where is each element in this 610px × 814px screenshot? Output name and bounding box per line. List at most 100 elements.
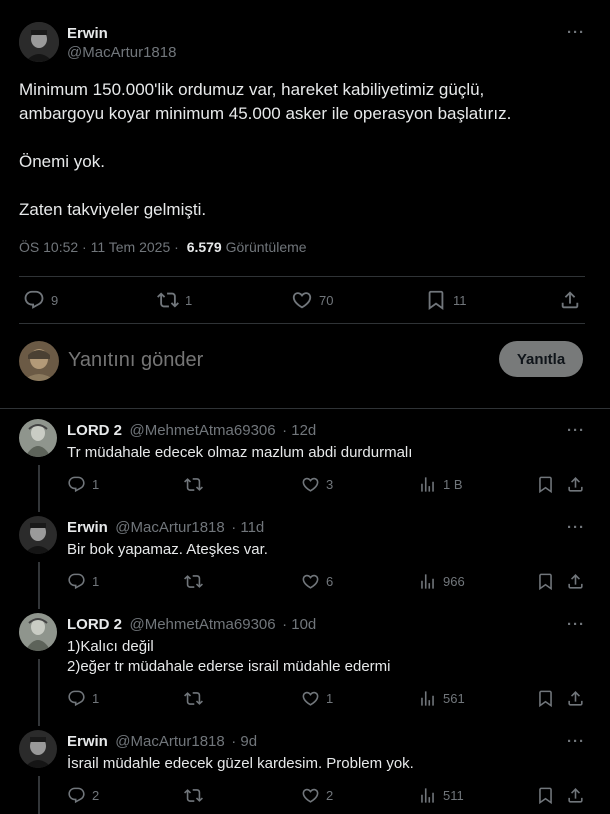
thread-line [38, 776, 40, 814]
tweet-text: Minimum 150.000'lik ordumuz var, hareket… [19, 78, 594, 222]
share-icon [559, 289, 581, 311]
tweet-text-line: Minimum 150.000'lik ordumuz var, hareket… [19, 80, 485, 99]
more-options-icon[interactable]: ··· [567, 422, 585, 439]
repost-action[interactable] [184, 786, 209, 805]
share-action[interactable] [566, 786, 591, 805]
bookmark-action[interactable] [536, 689, 561, 708]
views-icon [418, 786, 437, 805]
reply-avatar[interactable] [19, 419, 57, 457]
reply-time[interactable]: · 12d [282, 422, 316, 439]
reply-time[interactable]: · 9d [231, 733, 257, 750]
divider [19, 323, 585, 324]
reply-header: Erwin @MacArtur1818 · 11d [67, 519, 264, 537]
reply-author-name[interactable]: LORD 2 [67, 616, 122, 633]
views-count: 511 [443, 788, 464, 803]
reply-author-name[interactable]: LORD 2 [67, 422, 122, 439]
tweet-text-line: Zaten takviyeler gelmişti. [19, 200, 207, 219]
share-icon [566, 786, 585, 805]
reply-action[interactable]: 1 [67, 572, 99, 591]
reply-action[interactable]: 9 [23, 289, 58, 311]
more-options-icon[interactable]: ··· [567, 519, 585, 536]
reply-text: Bir bok yapamaz. Ateşkes var. [67, 540, 268, 560]
bookmark-icon [536, 475, 555, 494]
like-action[interactable]: 6 [301, 572, 333, 591]
share-action[interactable] [566, 689, 591, 708]
reply-count: 1 [92, 691, 100, 706]
reply-count: 2 [92, 788, 100, 803]
like-count: 1 [326, 691, 334, 706]
more-options-icon[interactable]: ··· [567, 24, 585, 41]
reply-author-handle[interactable]: @MehmetAtma69306 [129, 422, 275, 439]
bookmark-action[interactable] [536, 475, 561, 494]
reply-text: 1)Kalıcı değil 2)eğer tr müdahale ederse … [67, 637, 391, 677]
repost-count: 1 [185, 292, 193, 308]
views-action[interactable]: 511 [418, 786, 464, 805]
share-icon [566, 689, 585, 708]
reply-author-name[interactable]: Erwin [67, 733, 108, 750]
bookmark-action[interactable]: 11 [425, 289, 467, 311]
author-name[interactable]: Erwin [67, 25, 108, 42]
views-action[interactable]: 1 B [418, 475, 463, 494]
like-icon [301, 475, 320, 494]
views-count: 6.579 [186, 239, 222, 255]
repost-action[interactable] [184, 572, 209, 591]
like-action[interactable]: 3 [301, 475, 333, 494]
reply-input[interactable] [68, 346, 478, 374]
repost-action[interactable] [184, 475, 209, 494]
reply-icon [67, 572, 86, 591]
reply-author-handle[interactable]: @MehmetAtma69306 [129, 616, 275, 633]
share-action[interactable] [559, 289, 587, 311]
reply-icon [67, 689, 86, 708]
reply-avatar[interactable] [19, 613, 57, 651]
reply-text-line: Bir bok yapamaz. Ateşkes var. [67, 541, 268, 558]
tweet-timestamp[interactable]: ÖS 10:52 · 11 Tem 2025 · [19, 239, 179, 255]
reply-button[interactable]: Yanıtla [499, 341, 583, 377]
like-count: 3 [326, 477, 334, 492]
views-icon [418, 689, 437, 708]
views-action[interactable]: 966 [418, 572, 465, 591]
reply-count: 1 [92, 574, 100, 589]
author-handle[interactable]: @MacArtur1818 [67, 44, 176, 61]
reply-action[interactable]: 1 [67, 689, 99, 708]
bookmark-count: 11 [453, 292, 467, 308]
bookmark-action[interactable] [536, 572, 561, 591]
reply-avatar[interactable] [19, 730, 57, 768]
reply-author-name[interactable]: Erwin [67, 519, 108, 536]
reply-author-handle[interactable]: @MacArtur1818 [115, 519, 224, 536]
repost-icon [157, 289, 179, 311]
repost-icon [184, 689, 203, 708]
like-action[interactable]: 2 [301, 786, 333, 805]
views-icon [418, 475, 437, 494]
like-action[interactable]: 70 [291, 289, 333, 311]
share-action[interactable] [566, 475, 591, 494]
reply-time[interactable]: · 11d [231, 519, 264, 536]
reply-avatar[interactable] [19, 516, 57, 554]
repost-icon [184, 475, 203, 494]
share-icon [566, 572, 585, 591]
thread-line [38, 465, 40, 512]
repost-action[interactable] [184, 689, 209, 708]
views-action[interactable]: 561 [418, 689, 465, 708]
share-action[interactable] [566, 572, 591, 591]
like-count: 6 [326, 574, 334, 589]
like-icon [301, 786, 320, 805]
reply-text-line: 2)eğer tr müdahale ederse israil müdahle… [67, 658, 391, 675]
more-options-icon[interactable]: ··· [567, 616, 585, 633]
author-avatar[interactable] [19, 22, 59, 62]
reply-action[interactable]: 1 [67, 475, 99, 494]
views-count: 966 [443, 574, 465, 589]
reply-header: LORD 2 @MehmetAtma69306 · 10d [67, 616, 316, 634]
more-options-icon[interactable]: ··· [567, 733, 585, 750]
reply-time[interactable]: · 10d [282, 616, 316, 633]
reply-action[interactable]: 2 [67, 786, 99, 805]
tweet-text-line: ambargoyu koyar minimum 45.000 asker ile… [19, 104, 512, 123]
tweet-meta: ÖS 10:52 · 11 Tem 2025 · 6.579 Görüntüle… [19, 239, 307, 255]
user-avatar[interactable] [19, 341, 59, 381]
repost-action[interactable]: 1 [157, 289, 192, 311]
reply-text-line: 1)Kalıcı değil [67, 638, 154, 655]
reply-author-handle[interactable]: @MacArtur1818 [115, 733, 224, 750]
reply-header: LORD 2 @MehmetAtma69306 · 12d [67, 422, 316, 440]
thread-line [38, 659, 40, 726]
bookmark-action[interactable] [536, 786, 561, 805]
like-action[interactable]: 1 [301, 689, 333, 708]
